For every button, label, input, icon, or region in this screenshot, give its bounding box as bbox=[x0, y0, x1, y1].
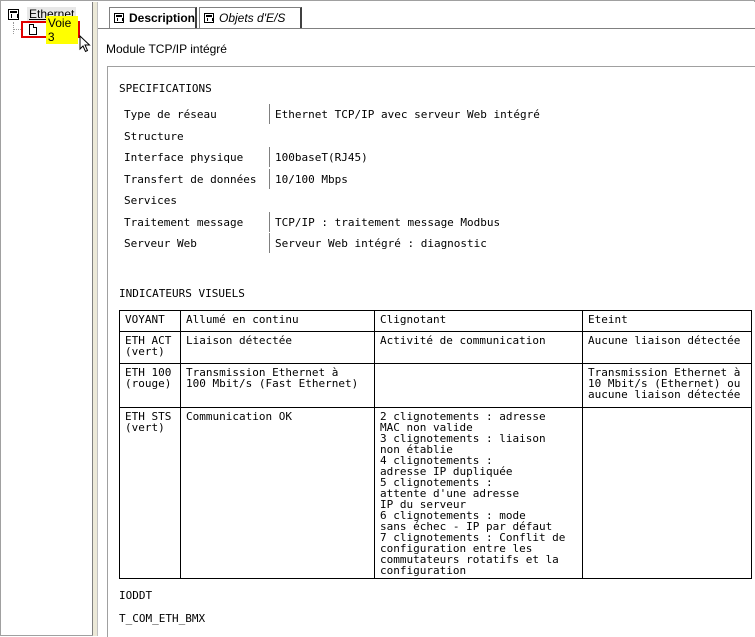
divider bbox=[269, 147, 270, 167]
spec-key: Traitement message bbox=[124, 215, 244, 229]
window: Ethernet Voie 3 Description Objets d'E/S… bbox=[0, 0, 755, 637]
tab-bar: Description Objets d'E/S bbox=[98, 2, 755, 29]
ioddt-title: IODDT bbox=[119, 589, 153, 602]
description-document: SPECIFICATIONS Type de réseau Ethernet TC… bbox=[107, 66, 755, 637]
main-panel: Description Objets d'E/S Module TCP/IP i… bbox=[98, 2, 755, 637]
mouse-pointer-icon bbox=[79, 35, 91, 53]
tab-io-objects[interactable]: Objets d'E/S bbox=[199, 7, 302, 28]
table-header-row: VOYANT Allumé en continu Clignotant Etei… bbox=[119, 310, 752, 332]
divider bbox=[269, 211, 270, 232]
tree-node-label: Voie 3 bbox=[45, 15, 78, 44]
tab-label: Objets d'E/S bbox=[219, 11, 286, 25]
table-cell: Communication OK bbox=[180, 407, 375, 579]
tree-node-voie-3[interactable]: Voie 3 bbox=[21, 15, 80, 44]
tab-description[interactable]: Description bbox=[109, 7, 197, 28]
indicators-table: VOYANT Allumé en continu Clignotant Etei… bbox=[119, 310, 752, 579]
table-cell: Transmission Ethernet à 10 Mbit/s (Ether… bbox=[582, 363, 752, 408]
module-icon bbox=[204, 13, 214, 23]
spec-value: TCP/IP : traitement message Modbus bbox=[275, 215, 501, 229]
module-icon bbox=[8, 8, 19, 20]
module-title: Module TCP/IP intégré bbox=[106, 42, 227, 56]
table-cell: ETH 100 (rouge) bbox=[119, 363, 181, 408]
table-row: ETH ACT (vert) Liaison détectée Activité… bbox=[119, 331, 752, 364]
divider bbox=[269, 233, 270, 253]
tree-connector bbox=[13, 22, 15, 34]
divider bbox=[269, 168, 270, 189]
table-cell bbox=[374, 363, 583, 408]
column-header: Allumé en continu bbox=[180, 310, 375, 332]
table-cell: Liaison détectée bbox=[180, 331, 375, 364]
spec-key: Transfert de données bbox=[124, 172, 257, 186]
table-cell: ETH STS (vert) bbox=[119, 407, 181, 579]
spec-key: Type de réseau bbox=[124, 108, 217, 121]
tree-connector bbox=[13, 29, 21, 30]
table-cell: ETH ACT (vert) bbox=[119, 331, 181, 364]
spec-key: Serveur Web bbox=[124, 237, 197, 250]
document-icon bbox=[29, 24, 37, 35]
spec-key: Structure bbox=[124, 129, 184, 143]
spec-value: Serveur Web intégré : diagnostic bbox=[275, 237, 487, 250]
spec-value: 10/100 Mbps bbox=[275, 172, 348, 186]
indicators-title: INDICATEURS VISUELS bbox=[119, 287, 245, 300]
ioddt-value: T_COM_ETH_BMX bbox=[119, 612, 206, 625]
table-cell: Transmission Ethernet à 100 Mbit/s (Fast… bbox=[180, 363, 375, 408]
project-tree: Ethernet Voie 3 bbox=[2, 2, 93, 635]
table-row: ETH STS (vert) Communication OK 2 cligno… bbox=[119, 407, 752, 579]
column-header: VOYANT bbox=[119, 310, 181, 332]
specifications-title: SPECIFICATIONS bbox=[119, 82, 212, 95]
table-row: ETH 100 (rouge) Transmission Ethernet à … bbox=[119, 363, 752, 408]
tab-label: Description bbox=[128, 11, 195, 25]
column-header: Eteint bbox=[582, 310, 752, 332]
table-cell bbox=[582, 407, 752, 579]
table-cell: Aucune liaison détectée bbox=[582, 331, 752, 364]
spec-value: 100baseT(RJ45) bbox=[275, 151, 368, 164]
table-cell: 2 clignotements : adresse MAC non valide… bbox=[374, 407, 583, 579]
column-header: Clignotant bbox=[374, 310, 583, 332]
spec-key: Services bbox=[124, 194, 177, 207]
spec-value: Ethernet TCP/IP avec serveur Web intégré bbox=[275, 108, 540, 121]
spec-key: Interface physique bbox=[124, 151, 244, 164]
table-cell: Activité de communication bbox=[374, 331, 583, 364]
divider bbox=[269, 104, 270, 124]
module-icon bbox=[114, 13, 124, 23]
